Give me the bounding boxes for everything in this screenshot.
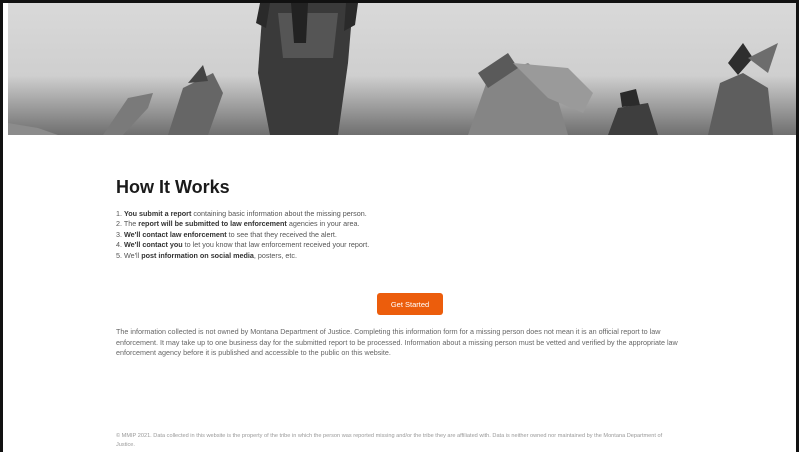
- step-text: containing basic information about the m…: [191, 209, 367, 218]
- list-item: 4. We'll contact you to let you know tha…: [116, 240, 369, 250]
- step-emphasis: We'll contact you: [124, 240, 183, 250]
- disclaimer-text: The information collected is not owned b…: [116, 327, 678, 358]
- step-number: 5.: [116, 250, 122, 260]
- steps-list: 1. You submit a report containing basic …: [116, 209, 369, 261]
- step-text: agencies in your area.: [286, 219, 360, 229]
- step-number: 1.: [116, 209, 122, 218]
- hero-banner: [8, 3, 796, 135]
- page-title: How It Works: [116, 177, 230, 197]
- step-text: to see that they received the alert.: [226, 229, 337, 239]
- step-emphasis: report will be submitted to law enforcem…: [138, 219, 287, 229]
- step-emphasis: You submit a report: [124, 209, 192, 218]
- step-number: 3.: [116, 229, 122, 239]
- step-prefix: We'll: [124, 250, 142, 260]
- hero-image: [8, 3, 778, 135]
- step-emphasis: We'll contact law enforcement: [124, 229, 227, 239]
- step-number: 2.: [116, 219, 122, 229]
- step-emphasis: post information on social media: [141, 250, 254, 260]
- list-item: 5. We'll post information on social medi…: [116, 251, 369, 261]
- footer-copyright: © MMIP 2021. Data collected in this webs…: [116, 433, 663, 448]
- list-item: 2. The report will be submitted to law e…: [116, 219, 369, 229]
- step-prefix: The: [123, 219, 139, 229]
- step-number: 4.: [116, 240, 122, 250]
- step-text: to let you know that law enforcement rec…: [182, 240, 370, 250]
- step-text: , posters, etc.: [253, 250, 297, 260]
- list-item: 3. We'll contact law enforcement to see …: [116, 230, 369, 240]
- get-started-button[interactable]: Get Started: [377, 293, 443, 315]
- list-item: 1. You submit a report containing basic …: [116, 209, 369, 219]
